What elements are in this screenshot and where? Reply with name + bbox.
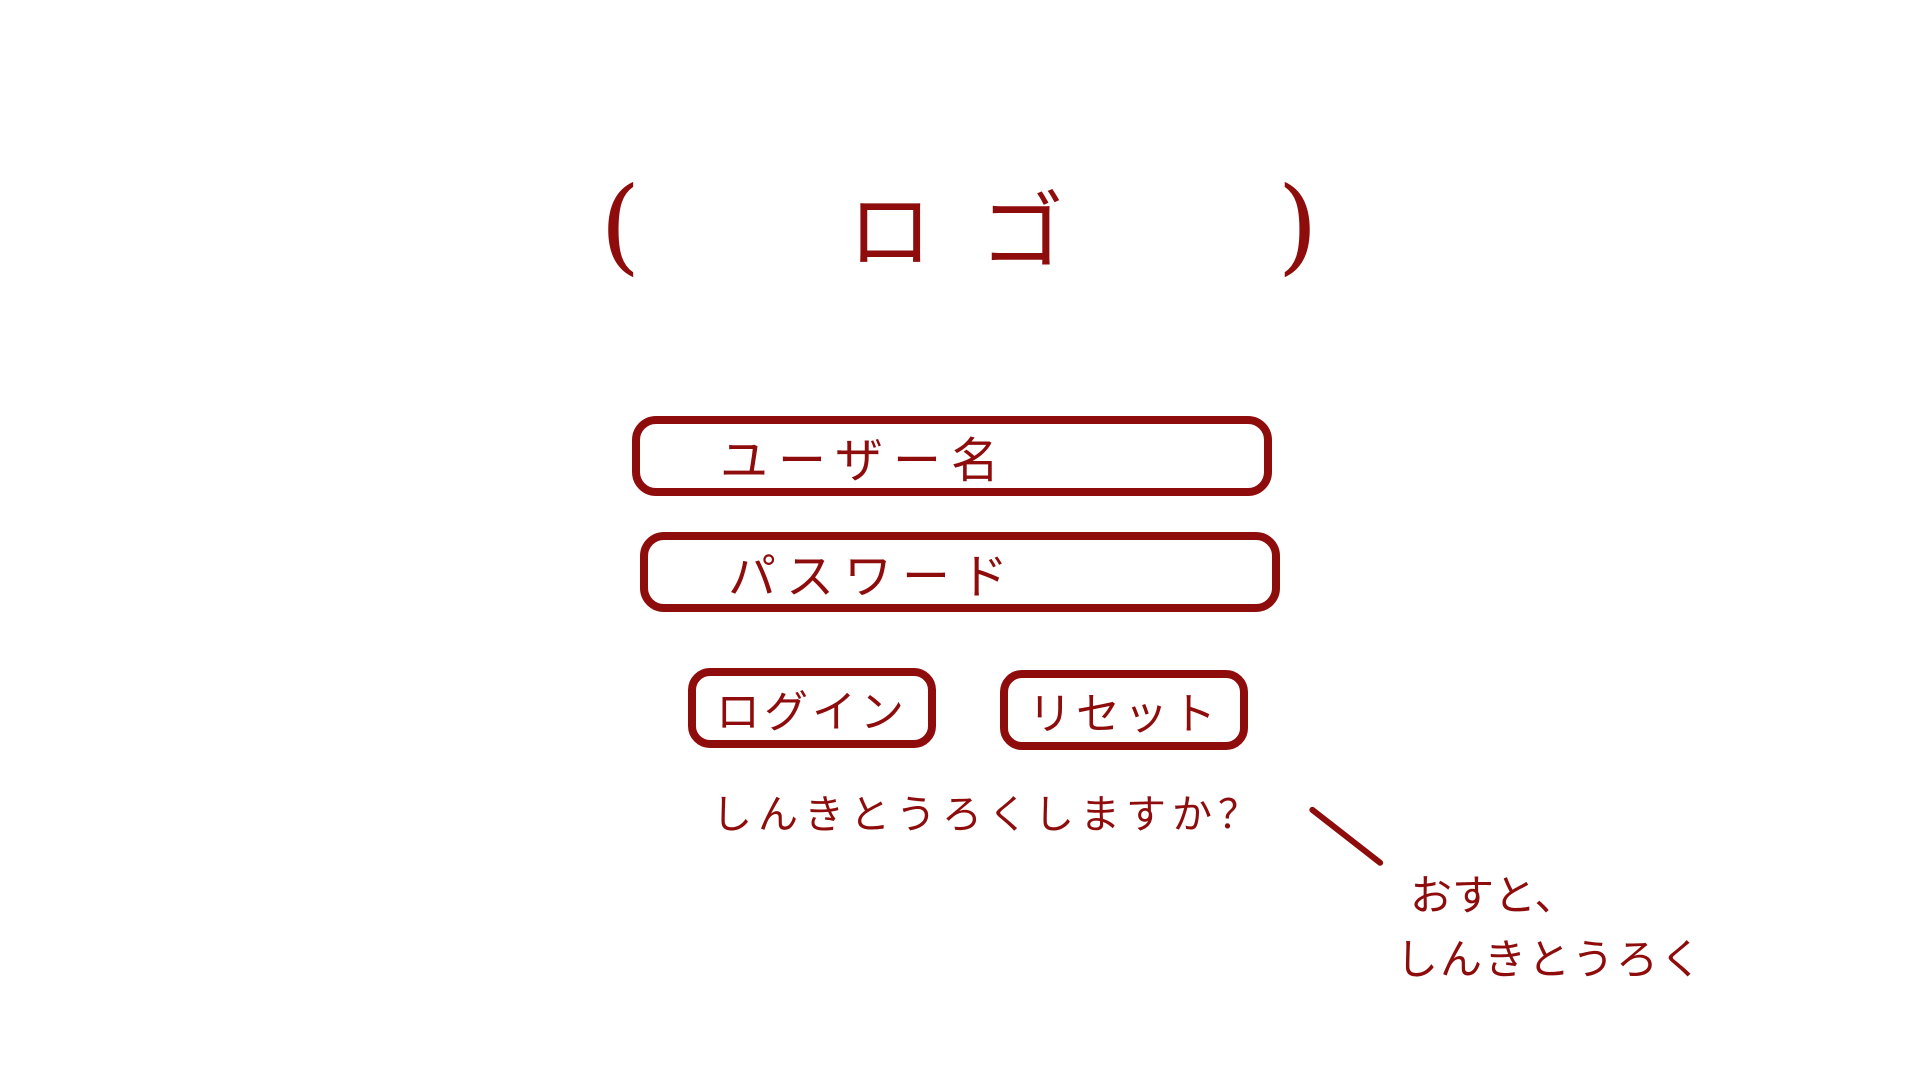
username-field[interactable]: ユーザー名 (632, 416, 1272, 496)
reset-button[interactable]: リセット (1000, 670, 1248, 750)
logo-placeholder: ( ロゴ ) (600, 150, 1320, 300)
register-link[interactable]: しんきとうろくしますか？ (712, 782, 1264, 840)
login-wireframe: ( ロゴ ) ユーザー名 パスワード ログイン リセット しんきとうろくしますか… (0, 0, 1920, 1080)
annotation-line-1: おすと、 (1410, 871, 1577, 920)
annotation-pointer-line (1308, 805, 1385, 868)
logo-open-bracket: ( (600, 164, 643, 286)
password-placeholder: パスワード (728, 549, 1019, 605)
annotation-line-2: しんきとうろく (1396, 935, 1705, 984)
login-button-label: ログイン (716, 687, 908, 738)
logo-close-bracket: ) (1277, 164, 1320, 286)
username-placeholder: ユーザー名 (720, 433, 1010, 489)
login-button[interactable]: ログイン (688, 668, 936, 748)
reset-button-label: リセット (1028, 689, 1220, 740)
annotation-note: おすと、 しんきとうろく (1396, 864, 1704, 992)
logo-text: ロゴ (847, 182, 1112, 281)
password-field[interactable]: パスワード (640, 532, 1280, 612)
